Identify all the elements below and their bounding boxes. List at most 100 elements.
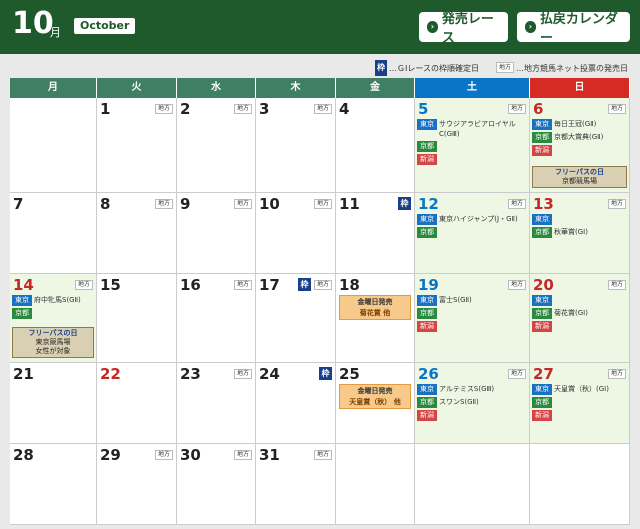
calendar-day-cell[interactable]: 30 地方 [177, 444, 256, 524]
calendar-day-cell[interactable]: 27 地方東京 天皇賞（秋）(GⅠ) 京都新潟 [530, 363, 630, 443]
calendar-day-cell[interactable]: 9 地方 [177, 193, 256, 273]
calendar-day-cell[interactable]: 13 地方 東京 京都 秋華賞(GⅠ) [530, 193, 630, 273]
calendar-day-cell[interactable]: 11 枠 [336, 193, 415, 273]
weekday-header: 日 [530, 78, 630, 98]
calendar-day-cell[interactable]: 6 地方 東京 毎日王冠(GⅡ) 京都 京都大賞典(GⅡ) 新潟 フリーパスの日 京都競馬場 [530, 98, 630, 192]
race-event[interactable]: 新潟 [532, 410, 627, 421]
chiho-badge: 地方 [234, 450, 252, 460]
calendar-day-cell[interactable]: 23 地方 [177, 363, 256, 443]
calendar-day-cell[interactable]: 7 [10, 193, 97, 273]
calendar-day-cell[interactable]: 8 地方 [97, 193, 177, 273]
venue-tag: 京都 [417, 141, 437, 152]
venue-tag: 東京 [417, 119, 437, 130]
race-event[interactable]: 京都 [532, 397, 627, 408]
weekday-header: 土 [415, 78, 530, 98]
calendar-day-cell[interactable]: 16 地方 [177, 274, 256, 362]
race-event[interactable]: 東京 天皇賞（秋）(GⅠ) [532, 384, 627, 395]
race-event[interactable]: 京都 [417, 227, 527, 238]
venue-tag: 京都 [532, 227, 552, 238]
calendar-day-cell[interactable]: 3 地方 [256, 98, 336, 192]
friday-sale-banner[interactable]: 金曜日発売 天皇賞（秋） 他 [339, 384, 411, 409]
friday-sale-line: 金曜日発売 [357, 387, 393, 395]
waku-legend-icon: 枠 [375, 60, 387, 76]
event-list: 東京京都 菊花賞(GⅠ) 新潟 [532, 295, 627, 334]
calendar-day-cell[interactable]: 2 地方 [177, 98, 256, 192]
calendar-day-cell[interactable]: 21 [10, 363, 97, 443]
day-number: 17 [259, 276, 280, 294]
race-event[interactable]: 新潟 [417, 154, 527, 165]
calendar-week: 7 8 地方 9 地方 10 地方 11 枠 12 地方 東京 東京ハイジャンプ(J・GⅡ) 京都 13 地方… [10, 193, 630, 274]
race-name: アルテミスS(GⅢ) [439, 385, 495, 393]
day-number: 27 [533, 365, 554, 383]
race-event[interactable]: 東京 サウジアラビアロイヤルC(GⅢ) [417, 119, 527, 139]
race-event[interactable]: 新潟 [532, 321, 627, 332]
free-pass-banner[interactable]: フリーパスの日 東京競馬場 女性が対象 [12, 327, 94, 358]
race-event[interactable]: 東京 [532, 214, 627, 225]
calendar-day-cell [415, 444, 530, 524]
free-pass-banner[interactable]: フリーパスの日 京都競馬場 [532, 166, 627, 188]
calendar-day-cell[interactable]: 5 地方 東京 サウジアラビアロイヤルC(GⅢ) 京都 新潟 [415, 98, 530, 192]
venue-tag: 京都 [417, 308, 437, 319]
chiho-badge: 地方 [508, 280, 526, 290]
calendar-week: 14 地方 東京 府中牝馬S(GⅡ) 京都 フリーパスの日 東京競馬場 女性が対象 15 16 地方… [10, 274, 630, 363]
calendar-day-cell[interactable]: 28 [10, 444, 97, 524]
race-event[interactable]: 東京 毎日王冠(GⅡ) [532, 119, 627, 130]
calendar-week: 21 22 23 地方 24 枠 25 金曜日発売 天皇賞（秋） 他 26 地方 東京 アルテミスS(G… [10, 363, 630, 444]
calendar-day-cell[interactable]: 24 枠 [256, 363, 336, 443]
day-number: 15 [100, 276, 121, 294]
venue-tag: 新潟 [532, 410, 552, 421]
calendar-day-cell[interactable]: 19 地方 東京 富士S(GⅡ) 京都 新潟 [415, 274, 530, 362]
calendar-day-cell[interactable]: 1 地方 [97, 98, 177, 192]
calendar-day-cell[interactable]: 31 地方 [256, 444, 336, 524]
calendar-day-cell[interactable]: 15 [97, 274, 177, 362]
event-list: 東京 天皇賞（秋）(GⅠ) 京都新潟 [532, 384, 627, 423]
calendar-day-cell[interactable]: 29 地方 [97, 444, 177, 524]
payout-calendar-button[interactable]: › 払戻カレンダー [517, 12, 630, 46]
race-event[interactable]: 京都 京都大賞典(GⅡ) [532, 132, 627, 143]
venue-tag: 新潟 [532, 321, 552, 332]
chiho-badge: 地方 [314, 280, 332, 290]
race-sales-button[interactable]: › 発売レース [419, 12, 508, 46]
waku-badge: 枠 [398, 197, 411, 210]
race-event[interactable]: 新潟 [532, 145, 627, 156]
race-event[interactable]: 京都 [12, 308, 94, 319]
race-event[interactable]: 京都 秋華賞(GⅠ) [532, 227, 627, 238]
calendar-day-cell[interactable]: 25 金曜日発売 天皇賞（秋） 他 [336, 363, 415, 443]
race-name: 府中牝馬S(GⅡ) [34, 296, 81, 304]
calendar-day-cell[interactable]: 20 地方 東京 京都 菊花賞(GⅠ) 新潟 [530, 274, 630, 362]
race-event[interactable]: 新潟 [417, 410, 527, 421]
race-event[interactable]: 東京 東京ハイジャンプ(J・GⅡ) [417, 214, 527, 225]
race-event[interactable]: 新潟 [417, 321, 527, 332]
race-event[interactable]: 東京 府中牝馬S(GⅡ) [12, 295, 94, 306]
calendar-week: 28 29 地方 30 地方 31 地方 [10, 444, 630, 525]
race-event[interactable]: 京都 菊花賞(GⅠ) [532, 308, 627, 319]
day-number: 28 [13, 446, 34, 464]
calendar-day-cell[interactable]: 26 地方 東京 アルテミスS(GⅢ) 京都 スワンS(GⅡ) 新潟 [415, 363, 530, 443]
race-name: 京都大賞典(GⅡ) [554, 133, 604, 141]
calendar-day-cell[interactable]: 10 地方 [256, 193, 336, 273]
calendar-day-cell[interactable]: 12 地方 東京 東京ハイジャンプ(J・GⅡ) 京都 [415, 193, 530, 273]
day-number: 31 [259, 446, 280, 464]
friday-sale-banner[interactable]: 金曜日発売 菊花賞 他 [339, 295, 411, 320]
race-event[interactable]: 東京 アルテミスS(GⅢ) [417, 384, 527, 395]
race-event[interactable]: 京都 [417, 308, 527, 319]
weekday-header: 月 [10, 78, 97, 98]
calendar-day-cell[interactable]: 18 金曜日発売 菊花賞 他 [336, 274, 415, 362]
day-number: 5 [418, 100, 429, 118]
day-number: 1 [100, 100, 111, 118]
weekday-header: 木 [256, 78, 336, 98]
calendar-day-cell[interactable]: 4 [336, 98, 415, 192]
calendar-day-cell[interactable]: 17 地方枠 [256, 274, 336, 362]
chiho-badge: 地方 [508, 199, 526, 209]
race-event[interactable]: 東京 [532, 295, 627, 306]
chiho-badge: 地方 [608, 369, 626, 379]
venue-tag: 京都 [532, 308, 552, 319]
race-event[interactable]: 東京 富士S(GⅡ) [417, 295, 527, 306]
chiho-badge: 地方 [314, 199, 332, 209]
weekday-header: 火 [97, 78, 177, 98]
calendar-day-cell[interactable]: 22 [97, 363, 177, 443]
venue-tag: 東京 [12, 295, 32, 306]
calendar-day-cell[interactable]: 14 地方 東京 府中牝馬S(GⅡ) 京都 フリーパスの日 東京競馬場 女性が対象 [10, 274, 97, 362]
race-event[interactable]: 京都 [417, 141, 527, 152]
race-event[interactable]: 京都 スワンS(GⅡ) [417, 397, 527, 408]
